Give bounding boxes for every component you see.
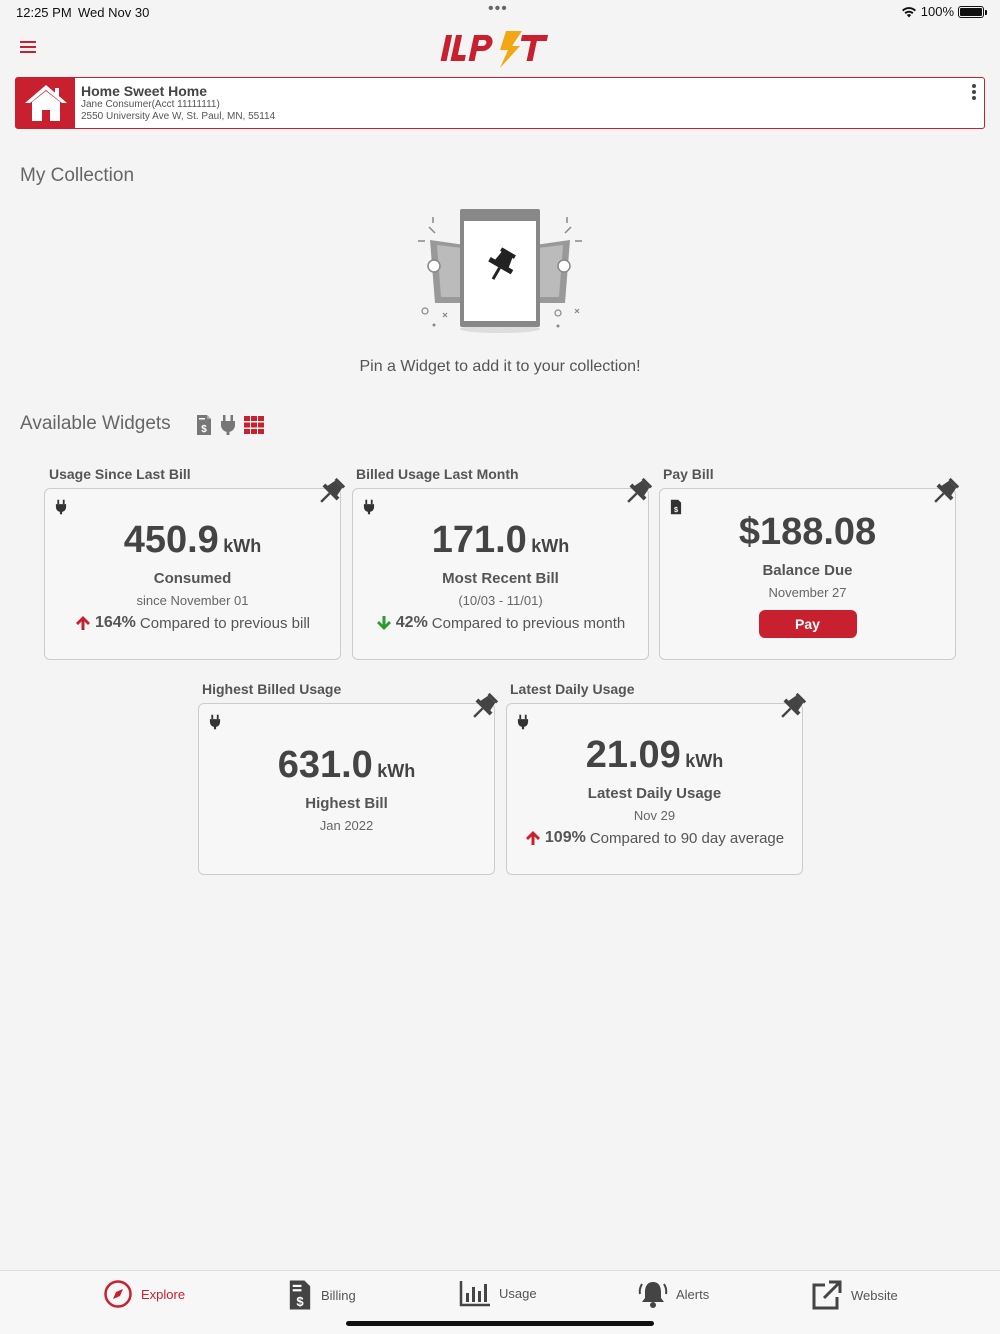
nav-usage[interactable]: Usage xyxy=(459,1279,537,1307)
svg-text:$: $ xyxy=(201,424,207,435)
home-indicator[interactable] xyxy=(346,1321,654,1326)
widget-label-billed-usage-last-month: Billed Usage Last Month xyxy=(356,466,519,482)
nav-website[interactable]: Website xyxy=(811,1279,898,1311)
usage-comparison: 164% Compared to previous bill xyxy=(45,614,340,632)
external-link-icon xyxy=(812,1280,842,1310)
account-name: Home Sweet Home xyxy=(81,83,208,99)
compass-icon xyxy=(104,1280,132,1308)
nav-explore-label: Explore xyxy=(141,1286,186,1302)
balance-amount: $188.08 xyxy=(738,511,877,553)
wifi-icon xyxy=(901,6,916,17)
pin-icon[interactable] xyxy=(468,691,500,723)
grid-icon[interactable] xyxy=(244,416,264,434)
account-address: 2550 University Ave W, St. Paul, MN, 551… xyxy=(81,111,276,122)
widget-billed-usage-last-month[interactable]: 171.0 kWh Most Recent Bill (10/03 - 11/0… xyxy=(352,488,649,660)
plug-icon xyxy=(209,714,221,730)
account-card[interactable]: Home Sweet Home Jane Consumer(Acct 11111… xyxy=(15,77,985,129)
billed-subtitle: Most Recent Bill xyxy=(442,570,559,587)
billed-value: 171.0 xyxy=(431,519,527,561)
nav-billing[interactable]: $ Billing xyxy=(287,1279,356,1311)
plug-icon xyxy=(363,499,375,515)
usage-unit: kWh xyxy=(223,536,262,556)
arrow-down-icon xyxy=(376,616,391,630)
account-holder: Jane Consumer(Acct 11111111) xyxy=(81,99,220,110)
balance-subtitle: Balance Due xyxy=(762,562,853,579)
kebab-menu-icon[interactable] xyxy=(970,84,978,104)
balance-due-date: November 27 xyxy=(768,585,847,600)
bell-icon xyxy=(638,1282,668,1308)
available-widgets-title: Available Widgets xyxy=(20,413,171,434)
billed-pct: 42% xyxy=(395,614,428,631)
billed-detail: (10/03 - 11/01) xyxy=(458,593,543,608)
plug-icon xyxy=(55,499,67,515)
plug-icon xyxy=(517,714,529,730)
widget-highest-billed-usage[interactable]: 631.0 kWh Highest Bill Jan 2022 xyxy=(198,703,495,875)
highest-subtitle: Highest Bill xyxy=(305,795,388,812)
pinboard-illustration xyxy=(418,209,582,333)
daily-detail: Nov 29 xyxy=(633,808,676,823)
billed-comparison-text: Compared to previous month xyxy=(431,614,626,632)
usage-pct: 164% xyxy=(94,614,136,631)
pay-button[interactable]: Pay xyxy=(758,610,857,638)
brand-logo xyxy=(440,31,549,68)
house-icon xyxy=(16,78,75,128)
nav-explore[interactable]: Explore xyxy=(103,1279,185,1309)
widget-filters: $ xyxy=(196,414,264,436)
pin-icon[interactable] xyxy=(929,476,961,508)
daily-value: 21.09 xyxy=(585,734,681,776)
widget-label-highest-billed-usage: Highest Billed Usage xyxy=(202,681,342,697)
widget-label-pay-bill: Pay Bill xyxy=(663,466,714,482)
widget-label-latest-daily-usage: Latest Daily Usage xyxy=(510,681,635,697)
bill-icon[interactable]: $ xyxy=(196,414,212,436)
usage-comparison-text: Compared to previous bill xyxy=(139,614,310,632)
empty-collection-message: Pin a Widget to add it to your collectio… xyxy=(359,358,641,375)
widget-latest-daily-usage[interactable]: 21.09 kWh Latest Daily Usage Nov 29 109%… xyxy=(506,703,803,875)
daily-comparison-text: Compared to 90 day average xyxy=(589,829,785,847)
usage-detail: since November 01 xyxy=(136,593,249,608)
status-time: 12:25 PM xyxy=(16,5,72,20)
nav-alerts[interactable]: Alerts xyxy=(638,1279,709,1309)
nav-alerts-label: Alerts xyxy=(676,1286,710,1302)
plug-icon[interactable] xyxy=(220,414,236,436)
widget-label-usage-since-last-bill: Usage Since Last Bill xyxy=(49,466,191,482)
arrow-up-icon xyxy=(75,616,90,630)
arrow-up-icon xyxy=(525,831,540,845)
nav-website-label: Website xyxy=(851,1287,898,1303)
multitasking-dots-icon[interactable]: ••• xyxy=(488,0,508,18)
battery-percent: 100% xyxy=(920,4,954,19)
bill-icon: $ xyxy=(670,499,682,515)
svg-text:$: $ xyxy=(296,1294,304,1309)
nav-usage-label: Usage xyxy=(499,1285,537,1301)
highest-value: 631.0 xyxy=(277,744,373,786)
usage-value: 450.9 xyxy=(123,519,219,561)
billed-unit: kWh xyxy=(531,536,570,556)
daily-subtitle: Latest Daily Usage xyxy=(587,785,722,802)
status-date: Wed Nov 30 xyxy=(78,5,150,20)
svg-text:$: $ xyxy=(674,505,678,514)
my-collection-title: My Collection xyxy=(20,165,135,186)
daily-unit: kWh xyxy=(685,751,724,771)
highest-unit: kWh xyxy=(377,761,416,781)
nav-billing-label: Billing xyxy=(321,1287,356,1303)
highest-detail: Jan 2022 xyxy=(319,818,374,833)
hamburger-menu-icon[interactable] xyxy=(20,41,36,53)
pin-icon[interactable] xyxy=(776,691,808,723)
bill-icon: $ xyxy=(289,1280,311,1310)
status-indicators: 100% xyxy=(901,4,987,19)
widget-pay-bill[interactable]: $ $188.08 Balance Due November 27 Pay xyxy=(659,488,956,660)
pin-icon[interactable] xyxy=(622,476,654,508)
billed-comparison: 42% Compared to previous month xyxy=(353,614,648,632)
status-bar: 12:25 PM Wed Nov 30 ••• 100% xyxy=(0,0,1000,24)
pin-icon[interactable] xyxy=(315,476,347,508)
daily-comparison: 109% Compared to 90 day average xyxy=(507,829,802,847)
widget-usage-since-last-bill[interactable]: 450.9 kWh Consumed since November 01 164… xyxy=(44,488,341,660)
usage-subtitle: Consumed xyxy=(153,570,232,587)
bar-chart-icon xyxy=(459,1281,490,1307)
battery-icon xyxy=(958,5,987,18)
daily-pct: 109% xyxy=(544,829,586,846)
